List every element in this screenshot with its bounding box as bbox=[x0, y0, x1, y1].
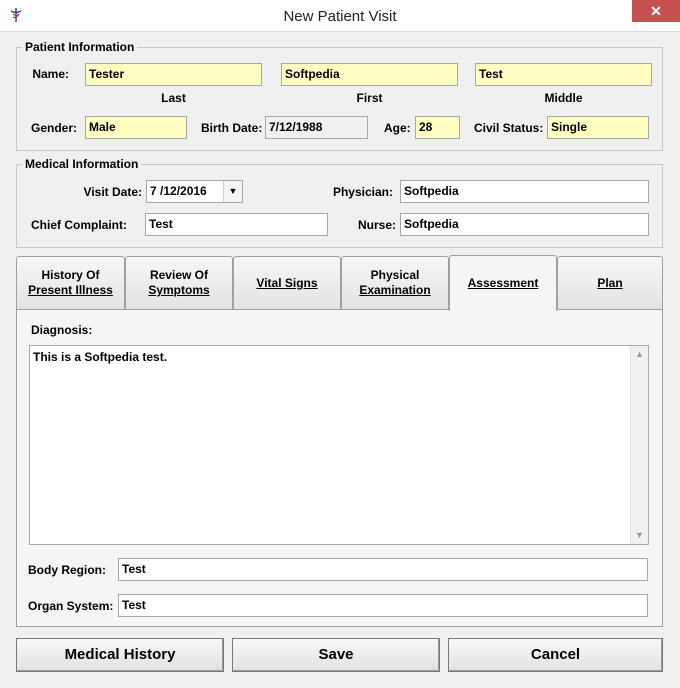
tab-assessment[interactable]: Assessment bbox=[449, 255, 557, 311]
scroll-down-icon[interactable]: ▼ bbox=[631, 527, 648, 544]
birth-date-field[interactable]: 7/12/1988 bbox=[265, 116, 368, 139]
tab-label: Symptoms bbox=[148, 283, 210, 297]
close-icon: ✕ bbox=[650, 3, 662, 19]
chevron-down-icon[interactable]: ▼ bbox=[223, 181, 242, 202]
tab-label: Examination bbox=[359, 283, 431, 297]
tab-label: Vital Signs bbox=[256, 275, 318, 290]
chief-complaint-field[interactable]: Test bbox=[145, 213, 328, 236]
last-caption: Last bbox=[161, 91, 186, 105]
tab-history-of-present-illness[interactable]: History Of Present Illness bbox=[16, 256, 125, 309]
gender-field[interactable]: Male bbox=[85, 116, 187, 139]
nurse-field[interactable]: Softpedia bbox=[400, 213, 649, 236]
tab-review-of-symptoms[interactable]: Review Of Symptoms bbox=[125, 256, 233, 309]
name-label: Name: bbox=[32, 67, 69, 81]
medical-history-button[interactable]: Medical History bbox=[16, 638, 224, 672]
tab-label: History Of bbox=[41, 268, 100, 282]
window-title: New Patient Visit bbox=[283, 8, 397, 25]
age-label: Age: bbox=[384, 121, 411, 135]
tab-physical-examination[interactable]: Physical Examination bbox=[341, 256, 449, 309]
body-region-label: Body Region: bbox=[28, 563, 106, 577]
birth-date-label: Birth Date: bbox=[201, 121, 263, 135]
civil-status-field[interactable]: Single bbox=[547, 116, 649, 139]
diagnosis-scrollbar[interactable]: ▲ ▼ bbox=[630, 346, 648, 544]
tab-label: Present Illness bbox=[28, 283, 113, 297]
nurse-label: Nurse: bbox=[357, 218, 396, 232]
tab-label: Review Of bbox=[149, 268, 208, 282]
patient-information-legend: Patient Information bbox=[25, 40, 135, 54]
physician-field[interactable]: Softpedia bbox=[400, 180, 649, 203]
organ-system-label: Organ System: bbox=[28, 599, 114, 613]
tab-label: Physical bbox=[370, 268, 420, 282]
cancel-button[interactable]: Cancel bbox=[448, 638, 663, 672]
chief-complaint-label: Chief Complaint: bbox=[31, 218, 127, 232]
tab-plan[interactable]: Plan bbox=[557, 256, 663, 309]
visit-date-label: Visit Date: bbox=[83, 185, 142, 199]
save-button[interactable]: Save bbox=[232, 638, 440, 672]
physician-label: Physician: bbox=[332, 185, 393, 199]
organ-system-field[interactable]: Test bbox=[118, 594, 648, 617]
first-name-field[interactable]: Softpedia bbox=[281, 63, 458, 86]
middle-caption: Middle bbox=[544, 91, 583, 105]
middle-name-field[interactable]: Test bbox=[475, 63, 652, 86]
body-region-field[interactable]: Test bbox=[118, 558, 648, 581]
first-caption: First bbox=[356, 91, 383, 105]
tab-label: Assessment bbox=[467, 276, 539, 290]
visit-date-picker[interactable]: 7 /12/2016 ▼ bbox=[146, 180, 243, 203]
gender-label: Gender: bbox=[30, 121, 77, 135]
diagnosis-text: This is a Softpedia test. bbox=[33, 350, 168, 364]
scroll-up-icon[interactable]: ▲ bbox=[631, 346, 648, 363]
visit-date-value: 7 /12/2016 bbox=[150, 184, 207, 198]
tab-vital-signs[interactable]: Vital Signs bbox=[233, 256, 341, 309]
medical-information-legend: Medical Information bbox=[25, 157, 139, 171]
diagnosis-label: Diagnosis: bbox=[31, 323, 93, 337]
close-button[interactable]: ✕ bbox=[632, 0, 680, 22]
age-field[interactable]: 28 bbox=[415, 116, 460, 139]
civil-status-label: Civil Status: bbox=[474, 121, 544, 135]
last-name-field[interactable]: Tester bbox=[85, 63, 262, 86]
diagnosis-textarea[interactable]: This is a Softpedia test. ▲ ▼ bbox=[29, 345, 649, 545]
tab-label: Plan bbox=[597, 275, 623, 290]
